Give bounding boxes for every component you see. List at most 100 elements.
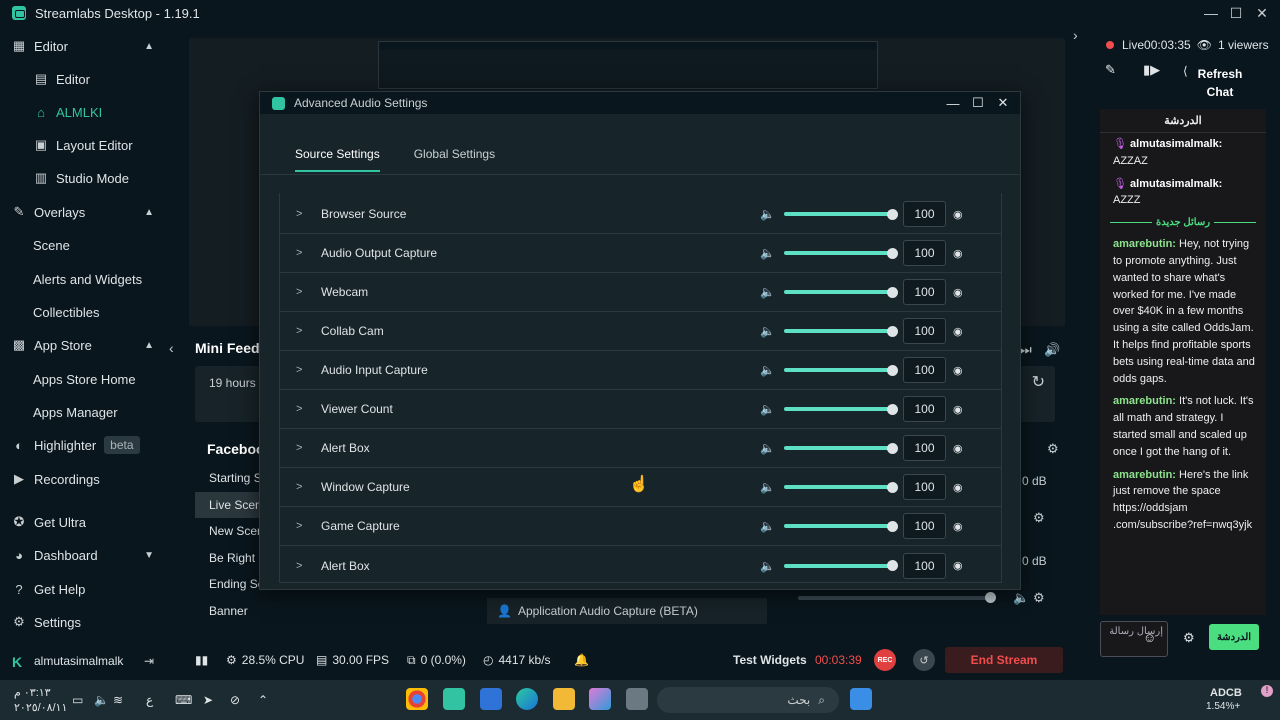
volume-slider-knob[interactable] bbox=[887, 364, 898, 376]
file-explorer-icon[interactable] bbox=[553, 688, 575, 710]
language-indicator[interactable]: ع bbox=[146, 693, 153, 707]
volume-slider[interactable] bbox=[784, 524, 893, 528]
eye-icon[interactable]: ◉ bbox=[953, 559, 963, 572]
stats-icon[interactable]: ▮▮ bbox=[195, 653, 208, 667]
volume-input[interactable]: 100 bbox=[903, 513, 946, 539]
nav-editor[interactable]: ▦ Editor ▲ bbox=[0, 31, 166, 61]
expand-icon[interactable]: > bbox=[296, 364, 302, 376]
minimize-icon[interactable]: — bbox=[942, 92, 964, 114]
send-icon[interactable]: ➤ bbox=[203, 693, 213, 707]
audio-source-row[interactable]: > Alert Box 🔈 100 ◉ bbox=[280, 546, 1001, 585]
audio-source-row[interactable]: > Collab Cam 🔈 100 ◉ bbox=[280, 312, 1001, 351]
nav-editor-sub[interactable]: ▤ Editor bbox=[0, 64, 166, 94]
volume-slider-knob[interactable] bbox=[887, 286, 898, 298]
expand-icon[interactable]: > bbox=[296, 442, 302, 454]
nav-settings[interactable]: ⚙ Settings bbox=[0, 607, 166, 637]
expand-icon[interactable]: > bbox=[296, 286, 302, 298]
nav-studio-mode[interactable]: ▥ Studio Mode bbox=[0, 163, 166, 193]
nav-scene[interactable]: Scene bbox=[0, 230, 166, 260]
eye-icon[interactable]: ◉ bbox=[953, 208, 963, 221]
gear-icon[interactable]: ⚙ bbox=[1047, 441, 1059, 457]
eye-icon[interactable]: ◉ bbox=[953, 481, 963, 494]
keyboard-icon[interactable]: ⌨ bbox=[175, 693, 192, 707]
audio-source-row[interactable]: > Browser Source 🔈 100 ◉ bbox=[280, 195, 1001, 234]
eye-icon[interactable]: ◉ bbox=[953, 364, 963, 377]
expand-icon[interactable]: > bbox=[296, 560, 302, 572]
speaker-icon[interactable]: 🔈 bbox=[760, 559, 775, 573]
refresh-chat-button[interactable]: Refresh Chat bbox=[1196, 65, 1244, 101]
maximize-icon[interactable]: ☐ bbox=[1223, 0, 1249, 26]
eye-icon[interactable]: ◉ bbox=[953, 520, 963, 533]
audio-source-row[interactable]: > Audio Input Capture 🔈 100 ◉ bbox=[280, 351, 1001, 390]
volume-input[interactable]: 100 bbox=[903, 240, 946, 266]
volume-slider[interactable] bbox=[784, 329, 893, 333]
store-taskbar-icon[interactable] bbox=[480, 688, 502, 710]
speaker-icon[interactable]: 🔈 bbox=[760, 324, 775, 338]
gear-icon[interactable]: ⚙ bbox=[1033, 510, 1045, 526]
volume-input[interactable]: 100 bbox=[903, 279, 946, 305]
minimize-icon[interactable]: — bbox=[1198, 0, 1224, 26]
nav-get-help[interactable]: ? Get Help bbox=[0, 574, 166, 604]
expand-icon[interactable]: > bbox=[296, 403, 302, 415]
nav-apps-manager[interactable]: Apps Manager bbox=[0, 397, 166, 427]
edge-icon[interactable] bbox=[516, 688, 538, 710]
replay-button[interactable]: ↺ bbox=[913, 649, 935, 671]
audio-source-row[interactable]: > Viewer Count 🔈 100 ◉ bbox=[280, 390, 1001, 429]
volume-slider[interactable] bbox=[784, 212, 893, 216]
volume-icon[interactable]: 🔊 bbox=[1044, 342, 1060, 358]
speaker-icon[interactable]: 🔈 bbox=[760, 207, 775, 221]
chevron-right-icon[interactable]: › bbox=[1073, 27, 1078, 43]
expand-icon[interactable]: > bbox=[296, 520, 302, 532]
skip-icon[interactable]: ⏭ bbox=[1020, 342, 1032, 358]
user-account[interactable]: K almutasimalmalk ⇥ bbox=[0, 648, 166, 674]
wifi-icon[interactable]: ≋ bbox=[113, 693, 123, 707]
tab-source-settings[interactable]: Source Settings bbox=[295, 147, 380, 172]
nav-recordings[interactable]: ▶ Recordings bbox=[0, 464, 166, 494]
edit-icon[interactable]: ✎ bbox=[1105, 62, 1116, 78]
volume-slider[interactable] bbox=[784, 563, 893, 568]
speaker-icon[interactable]: 🔈 bbox=[94, 693, 109, 707]
share-icon[interactable]: ⟨ bbox=[1183, 64, 1188, 78]
taskbar-search[interactable]: بحث ⌕ bbox=[657, 687, 839, 713]
volume-slider-knob[interactable] bbox=[887, 442, 898, 454]
speaker-icon[interactable]: 🔈 bbox=[760, 441, 775, 455]
logout-icon[interactable]: ⇥ bbox=[144, 654, 154, 668]
mixer-volume-knob[interactable] bbox=[985, 592, 996, 603]
volume-input[interactable]: 100 bbox=[903, 318, 946, 344]
nav-almlki[interactable]: ⌂ ALMLKI bbox=[0, 97, 166, 127]
copilot-icon[interactable] bbox=[589, 688, 611, 710]
nav-alerts-widgets[interactable]: Alerts and Widgets bbox=[0, 264, 166, 294]
test-widgets-button[interactable]: Test Widgets bbox=[733, 653, 807, 667]
nav-overlays[interactable]: ✎ Overlays ▲ bbox=[0, 197, 166, 227]
nav-apps-store-home[interactable]: Apps Store Home bbox=[0, 364, 166, 394]
audio-source-row[interactable]: > Audio Output Capture 🔈 100 ◉ bbox=[280, 234, 1001, 273]
volume-input[interactable]: 100 bbox=[903, 357, 946, 383]
volume-slider-knob[interactable] bbox=[887, 208, 898, 220]
chat-input[interactable]: إرسال رسالة bbox=[1100, 621, 1168, 657]
stock-ticker[interactable]: ADCB bbox=[1210, 687, 1242, 699]
speaker-icon[interactable]: 🔈 bbox=[760, 402, 775, 416]
volume-slider[interactable] bbox=[784, 446, 893, 450]
nav-collectibles[interactable]: Collectibles bbox=[0, 297, 166, 327]
chevron-up-icon[interactable]: ⌃ bbox=[258, 693, 268, 707]
speaker-icon[interactable]: 🔈 bbox=[760, 519, 775, 533]
emoji-icon[interactable]: ☺ bbox=[1143, 630, 1156, 645]
windows-start-icon[interactable] bbox=[850, 688, 872, 710]
volume-input[interactable]: 100 bbox=[903, 396, 946, 422]
volume-slider[interactable] bbox=[784, 485, 893, 489]
eye-icon[interactable]: ◉ bbox=[953, 286, 963, 299]
chevron-left-icon[interactable]: ‹ bbox=[169, 340, 174, 356]
volume-slider-knob[interactable] bbox=[887, 520, 898, 532]
volume-slider[interactable] bbox=[784, 251, 893, 255]
eye-icon[interactable]: ◉ bbox=[953, 247, 963, 260]
volume-input[interactable]: 100 bbox=[903, 201, 946, 227]
chrome-icon[interactable] bbox=[406, 688, 428, 710]
scene-item[interactable]: Banner bbox=[195, 598, 475, 624]
volume-slider[interactable] bbox=[784, 407, 893, 411]
network-off-icon[interactable]: ⊘ bbox=[230, 693, 240, 707]
volume-input[interactable]: 100 bbox=[903, 552, 946, 579]
chat-send-button[interactable]: الدردشة bbox=[1209, 624, 1259, 650]
close-icon[interactable]: ✕ bbox=[1249, 0, 1275, 26]
camera-icon[interactable]: ▮▶ bbox=[1143, 62, 1160, 78]
audio-source-row[interactable]: > Webcam 🔈 100 ◉ bbox=[280, 273, 1001, 312]
